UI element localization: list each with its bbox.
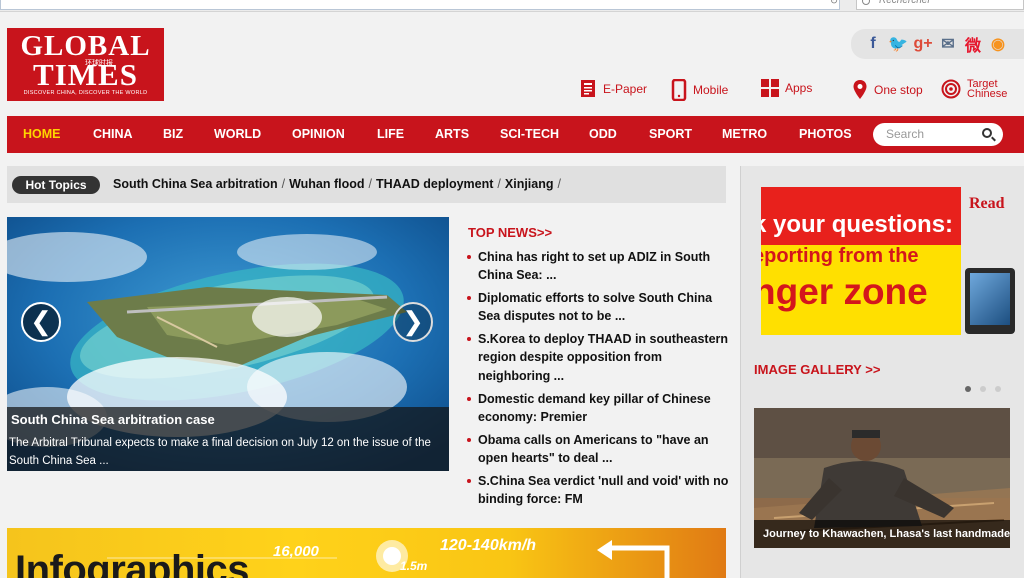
gallery-dot[interactable] (980, 386, 986, 392)
hot-topic-link[interactable]: THAAD deployment (376, 177, 493, 191)
news-link[interactable]: China has right to set up ADIZ in South … (467, 248, 729, 285)
nav-arts[interactable]: ARTS (435, 116, 469, 153)
ad-line3: nger zone (761, 271, 928, 312)
mobile-link[interactable]: Mobile (671, 79, 728, 101)
map-pin-icon (853, 80, 867, 99)
email-icon[interactable]: ✉ (938, 34, 958, 54)
social-links: f 🐦 g+ ✉ 微 ◉ (851, 29, 1024, 59)
target-icon (941, 79, 961, 99)
hot-topic-link[interactable]: Wuhan flood (289, 177, 364, 191)
infographic-number: 1.5m (400, 559, 428, 573)
ad-line1: k your questions: (761, 211, 954, 238)
separator: / (281, 177, 286, 191)
slider-prev-button[interactable]: ❮ (21, 302, 61, 342)
hot-topic-link[interactable]: Xinjiang (505, 177, 554, 191)
epaper-label: E-Paper (603, 82, 648, 96)
hot-topics-label: Hot Topics (12, 176, 100, 194)
headline-slider[interactable]: ❮ ❯ South China Sea arbitration case The… (7, 217, 449, 471)
logo-chinese: 环球时报 (85, 60, 113, 67)
epaper-link[interactable]: E-Paper (579, 79, 647, 99)
newspaper-icon (581, 80, 595, 97)
target-chinese-link[interactable]: Target Chinese (941, 79, 1008, 100)
ad-read-label[interactable]: Read (969, 195, 1005, 213)
news-link[interactable]: Domestic demand key pillar of Chinese ec… (467, 390, 729, 427)
hot-topic-link[interactable]: South China Sea arbitration (113, 177, 278, 191)
reporting-ad-banner[interactable]: k your questions: eporting from the nger… (761, 187, 961, 335)
weibo-icon[interactable]: 微 (963, 34, 983, 55)
hot-topics-list: South China Sea arbitration / Wuhan flood /… (113, 177, 565, 191)
mobile-label: Mobile (693, 83, 729, 97)
infographics-banner[interactable]: Infographics 16,000 120-140km/h 1.5m (7, 528, 726, 578)
target-label-line2: Chinese (967, 88, 1008, 100)
slider-next-button[interactable]: ❯ (393, 302, 433, 342)
image-gallery-heading[interactable]: IMAGE GALLERY >> (754, 362, 880, 377)
google-plus-icon[interactable]: g+ (913, 34, 933, 54)
apps-grid-icon (761, 79, 779, 97)
browser-toolbar: ↻ Rechercher (0, 0, 1024, 12)
target-chinese-label: Target Chinese (967, 79, 1008, 100)
nav-photos[interactable]: PHOTOS (799, 116, 852, 153)
hot-topics-bar: Hot Topics South China Sea arbitration / W… (7, 166, 726, 203)
news-link[interactable]: Obama calls on Americans to "have an ope… (467, 431, 729, 468)
slide-title[interactable]: South China Sea arbitration case (11, 412, 215, 427)
gallery-dot-active[interactable] (965, 386, 971, 392)
slide-caption: South China Sea arbitration case The Arb… (7, 407, 449, 471)
address-bar[interactable] (0, 0, 840, 10)
gallery-dot[interactable] (995, 386, 1001, 392)
search-icon[interactable] (982, 128, 992, 138)
nav-metro[interactable]: METRO (722, 116, 767, 153)
tablet-screen (970, 273, 1010, 325)
onestop-label: One stop (874, 83, 923, 97)
tablet-device-image (965, 268, 1015, 334)
onestop-link[interactable]: One stop (852, 79, 923, 101)
separator: / (368, 177, 373, 191)
separator: / (557, 177, 561, 191)
header-links: E-Paper Mobile Apps One stop Target Chin… (0, 79, 1024, 105)
ad-line2: eporting from the (761, 245, 919, 267)
nav-home[interactable]: HOME (23, 116, 61, 153)
gallery-photo[interactable]: Journey to Khawachen, Lhasa's last handm… (754, 408, 1010, 548)
nav-opinion[interactable]: OPINION (292, 116, 345, 153)
top-news-heading[interactable]: TOP NEWS>> (468, 225, 552, 240)
browser-search-input[interactable]: Rechercher (856, 0, 1024, 10)
nav-sport[interactable]: SPORT (649, 116, 692, 153)
nav-world[interactable]: WORLD (214, 116, 261, 153)
reload-icon[interactable]: ↻ (823, 0, 845, 10)
news-link[interactable]: S.China Sea verdict 'null and void' with… (467, 472, 729, 509)
gallery-caption[interactable]: Journey to Khawachen, Lhasa's last handm… (754, 520, 1010, 548)
nav-life[interactable]: LIFE (377, 116, 404, 153)
nav-biz[interactable]: BIZ (163, 116, 183, 153)
infographics-title: Infographics (15, 548, 250, 578)
nav-sci-tech[interactable]: SCI-TECH (500, 116, 559, 153)
nav-odd[interactable]: ODD (589, 116, 617, 153)
main-nav: HOME CHINA BIZ WORLD OPINION LIFE ARTS S… (7, 116, 1024, 153)
gallery-pagination (965, 386, 1001, 392)
apps-link[interactable]: Apps (761, 79, 812, 97)
slide-description: The Arbitral Tribunal expects to make a … (9, 437, 431, 467)
facebook-icon[interactable]: f (863, 34, 883, 54)
apps-label: Apps (785, 81, 813, 95)
rss-icon[interactable]: ◉ (988, 34, 1008, 54)
news-link[interactable]: S.Korea to deploy THAAD in southeastern … (467, 330, 729, 385)
infographic-number: 120-140km/h (440, 537, 537, 554)
mobile-phone-icon (671, 79, 687, 101)
twitter-icon[interactable]: 🐦 (888, 34, 908, 54)
infographic-number: 16,000 (273, 543, 319, 560)
nav-china[interactable]: CHINA (93, 116, 133, 153)
separator: / (497, 177, 501, 191)
news-link[interactable]: Diplomatic efforts to solve South China … (467, 289, 729, 326)
top-news-list: China has right to set up ADIZ in South … (467, 248, 729, 513)
